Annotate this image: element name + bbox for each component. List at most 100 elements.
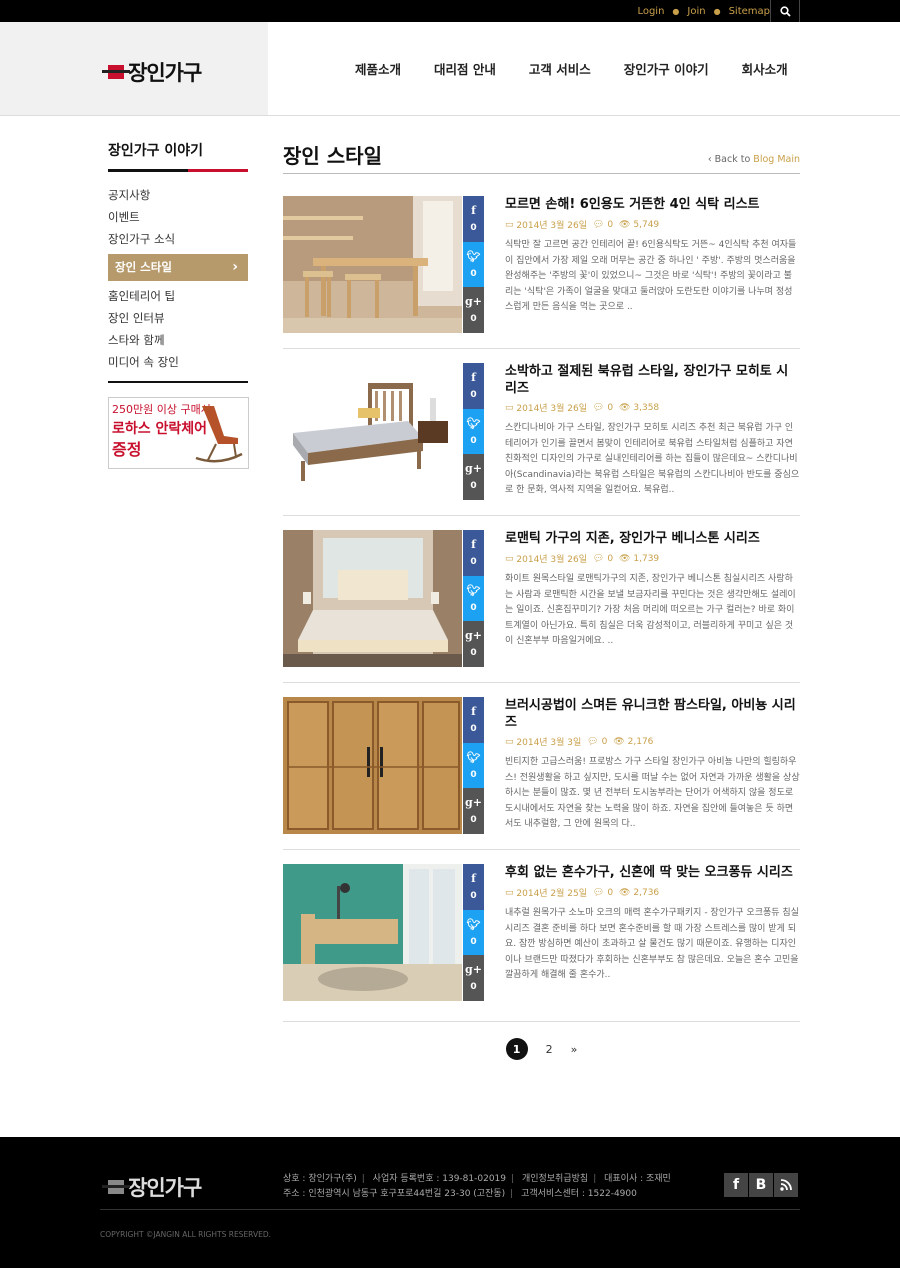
- post-divider: [283, 849, 800, 850]
- page-current[interactable]: 1: [505, 1038, 528, 1060]
- post-title[interactable]: 로맨틱 가구의 지존, 장인가구 베니스톤 시리즈: [505, 530, 800, 547]
- facebook-icon: f: [471, 204, 476, 218]
- sidebar-divider: [108, 381, 248, 383]
- post-meta: ▭ 2014년 3월 26일 💬︎ 0 👁︎ 5,749: [505, 218, 659, 232]
- logo-text: 장인가구: [128, 61, 202, 85]
- facebook-share-button[interactable]: f0: [463, 697, 484, 743]
- comment-count: 0: [601, 736, 608, 747]
- facebook-count: 0: [470, 390, 477, 401]
- nav-item-customer-service[interactable]: 고객 서비스: [529, 59, 591, 78]
- calendar-icon: ▭: [505, 402, 514, 413]
- twitter-share-button[interactable]: 🐦︎ 0: [463, 408, 484, 455]
- nav-item-dealers[interactable]: 대리점 안내: [434, 59, 496, 78]
- facebook-icon[interactable]: f: [724, 1173, 748, 1197]
- main-content: 장인 스타일 ‹ Back to Blog Main f 0 🐦︎ 0 g+ 0…: [283, 140, 800, 1060]
- banner-line3: 증정: [112, 440, 142, 459]
- next-page-icon[interactable]: »: [571, 1043, 578, 1056]
- comment-count: 0: [607, 887, 614, 898]
- calendar-icon: ▭: [505, 887, 514, 898]
- comment-count: 0: [607, 219, 614, 230]
- googleplus-share-button[interactable]: g+ 0: [463, 955, 484, 1001]
- twitter-count: 0: [470, 936, 477, 947]
- search-button[interactable]: [770, 0, 800, 22]
- sidebar-item-style[interactable]: 장인 스타일: [108, 254, 248, 281]
- copyright: COPYRIGHT ©JANGIN ALL RIGHTS RESERVED.: [100, 1230, 272, 1239]
- customer-service-phone: 고객서비스센터 : 1522-4900: [521, 1189, 637, 1199]
- facebook-share-button[interactable]: f0: [463, 363, 484, 409]
- twitter-icon: 🐦︎: [466, 750, 481, 764]
- bed-photo: [283, 363, 462, 500]
- ceo-name: 대표이사 : 조재민: [604, 1174, 671, 1184]
- privacy-policy-link[interactable]: 개인정보취급방침: [522, 1174, 588, 1184]
- twitter-share-button[interactable]: 🐦︎ 0: [463, 241, 484, 288]
- sidebar-menu: 공지사항 이벤트 장인가구 소식 장인 스타일 홈인테리어 팁 장인 인터뷰 스…: [108, 184, 248, 373]
- login-link[interactable]: Login: [637, 6, 664, 17]
- nav-item-products[interactable]: 제품소개: [355, 59, 401, 78]
- facebook-share-button[interactable]: f0: [463, 530, 484, 576]
- post-divider: [283, 515, 800, 516]
- back-prefix: Back to: [714, 154, 751, 165]
- post-thumbnail[interactable]: [283, 697, 462, 834]
- sidebar-item-with-stars[interactable]: 스타와 함께: [108, 329, 248, 351]
- back-link-text: Blog Main: [753, 154, 800, 165]
- googleplus-share-button[interactable]: g+ 0: [463, 287, 484, 333]
- sidebar-item-interview[interactable]: 장인 인터뷰: [108, 307, 248, 329]
- join-link[interactable]: Join: [687, 6, 705, 17]
- post-thumbnail[interactable]: [283, 196, 462, 333]
- facebook-icon: f: [471, 872, 476, 886]
- view-count: 2,176: [627, 736, 654, 747]
- post-title[interactable]: 후회 없는 혼수가구, 신혼에 딱 맞는 오크퐁듀 시리즈: [505, 864, 800, 881]
- sidebar-item-news[interactable]: 장인가구 소식: [108, 228, 248, 250]
- comment-icon: 💬︎: [590, 887, 605, 898]
- nav-item-story[interactable]: 장인가구 이야기: [624, 59, 709, 78]
- calendar-icon: ▭: [505, 736, 514, 747]
- post-thumbnail[interactable]: [283, 363, 462, 500]
- twitter-icon: 🐦︎: [466, 416, 481, 430]
- footer-divider: [100, 1209, 800, 1210]
- twitter-share-button[interactable]: 🐦︎ 0: [463, 742, 484, 789]
- post-title[interactable]: 브러시공법이 스며든 유니크한 팜스타일, 아비뇽 시리즈: [505, 697, 800, 731]
- post-thumbnail[interactable]: [283, 530, 462, 667]
- googleplus-share-button[interactable]: g+ 0: [463, 454, 484, 500]
- post-meta: ▭ 2014년 3월 3일 💬︎ 0 👁︎ 2,176: [505, 735, 654, 749]
- page-link[interactable]: 2: [546, 1043, 553, 1056]
- eye-icon: 👁︎: [616, 887, 631, 898]
- post-excerpt: 빈티지한 고급스러움! 프로방스 가구 스타일 장인가구 아비뇽 나만의 힐링하…: [505, 757, 800, 829]
- post-item: f0 🐦︎ 0 g+ 0 소박하고 절제된 북유럽 스타일, 장인가구 모히토 시리…: [283, 363, 800, 500]
- googleplus-icon: g+: [465, 963, 482, 977]
- post-meta: ▭ 2014년 2월 25일 💬︎ 0 👁︎ 2,736: [505, 886, 659, 900]
- post-title[interactable]: 소박하고 절제된 북유럽 스타일, 장인가구 모히토 시리즈: [505, 363, 800, 397]
- calendar-icon: ▭: [505, 553, 514, 564]
- facebook-count: 0: [470, 891, 477, 902]
- post-thumbnail[interactable]: [283, 864, 462, 1001]
- title-divider: [283, 173, 800, 174]
- nav-item-company[interactable]: 회사소개: [742, 59, 788, 78]
- googleplus-share-button[interactable]: g+ 0: [463, 621, 484, 667]
- googleplus-count: 0: [470, 314, 477, 325]
- banner-line2: 로하스 안락체어: [112, 421, 208, 437]
- twitter-share-button[interactable]: 🐦︎ 0: [463, 575, 484, 622]
- twitter-count: 0: [470, 769, 477, 780]
- rss-icon[interactable]: [774, 1173, 798, 1197]
- promo-banner[interactable]: 250만원 이상 구매시 로하스 안락체어 증정: [108, 397, 249, 469]
- post-date: 2014년 3월 26일: [516, 221, 588, 231]
- post-title[interactable]: 모르면 손해! 6인용도 거뜬한 4인 식탁 리스트: [505, 196, 800, 213]
- company-name: 상호 : 장인가구(주): [283, 1174, 357, 1184]
- sitemap-link[interactable]: Sitemap: [729, 6, 770, 17]
- sidebar-item-interior-tips[interactable]: 홈인테리어 팁: [108, 285, 248, 307]
- facebook-share-button[interactable]: f0: [463, 196, 484, 242]
- sidebar-item-event[interactable]: 이벤트: [108, 206, 248, 228]
- twitter-share-button[interactable]: 🐦︎ 0: [463, 909, 484, 956]
- blog-icon[interactable]: B: [749, 1173, 773, 1197]
- site-logo[interactable]: 장인가구: [102, 57, 202, 87]
- post-divider: [283, 682, 800, 683]
- facebook-share-button[interactable]: f0: [463, 864, 484, 910]
- share-bar: f0 🐦︎ 0 g+ 0: [463, 363, 484, 500]
- sidebar-item-notice[interactable]: 공지사항: [108, 184, 248, 206]
- googleplus-share-button[interactable]: g+ 0: [463, 788, 484, 834]
- comment-icon: 💬︎: [584, 736, 599, 747]
- sidebar-item-media[interactable]: 미디어 속 장인: [108, 351, 248, 373]
- googleplus-icon: g+: [465, 462, 482, 476]
- back-to-blog-link[interactable]: ‹ Back to Blog Main: [708, 154, 800, 165]
- googleplus-count: 0: [470, 481, 477, 492]
